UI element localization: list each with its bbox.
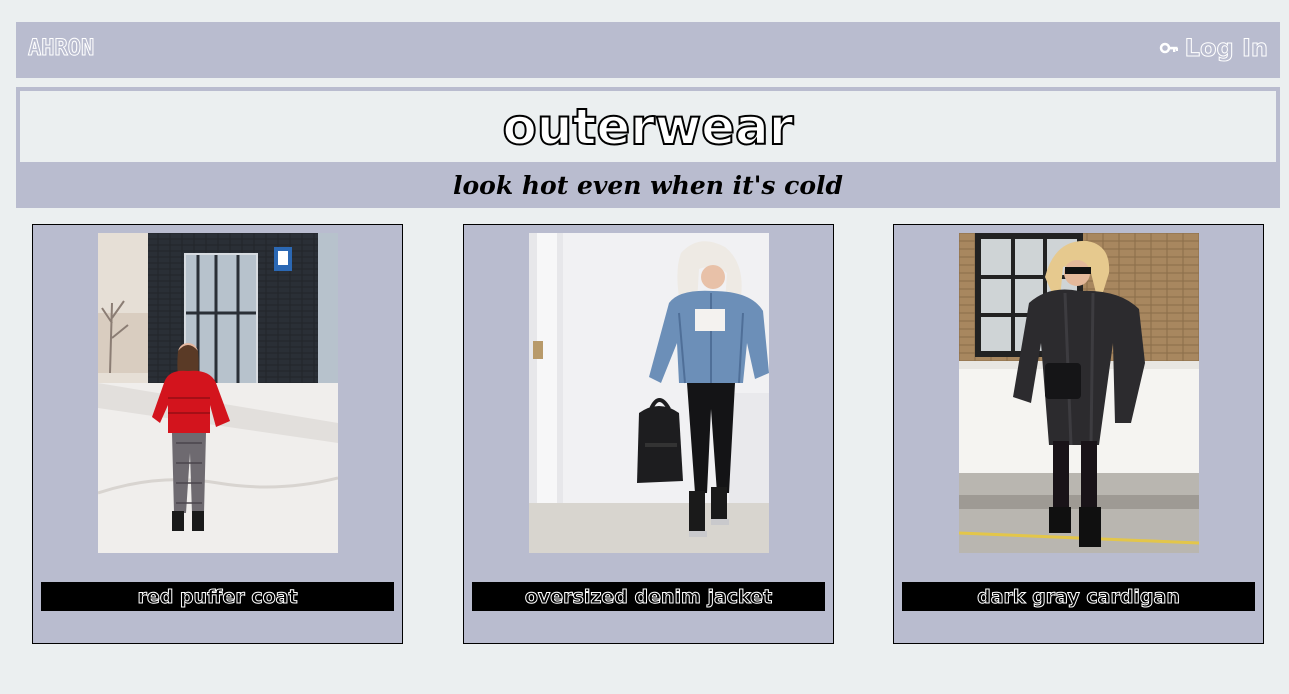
login-button[interactable]: Log In xyxy=(1159,34,1269,63)
product-label[interactable]: dark gray cardigan xyxy=(902,582,1255,611)
product-card[interactable]: oversized denim jacket xyxy=(463,224,834,644)
product-image[interactable] xyxy=(959,233,1199,553)
navbar: AHRON Log In xyxy=(16,22,1280,78)
login-label: Log In xyxy=(1184,34,1268,63)
page-title: outerwear xyxy=(502,97,795,156)
category-banner: outerwear look hot even when it's cold xyxy=(16,87,1280,208)
product-image[interactable] xyxy=(529,233,769,553)
category-title-box: outerwear xyxy=(20,91,1276,162)
product-card[interactable]: dark gray cardigan xyxy=(893,224,1264,644)
product-label[interactable]: oversized denim jacket xyxy=(472,582,825,611)
product-image[interactable] xyxy=(98,233,338,553)
product-card[interactable]: red puffer coat xyxy=(32,224,403,644)
page-subtitle: look hot even when it's cold xyxy=(452,171,844,200)
product-label[interactable]: red puffer coat xyxy=(41,582,394,611)
brand-logo[interactable]: AHRON xyxy=(27,36,94,62)
key-icon xyxy=(1159,38,1179,58)
